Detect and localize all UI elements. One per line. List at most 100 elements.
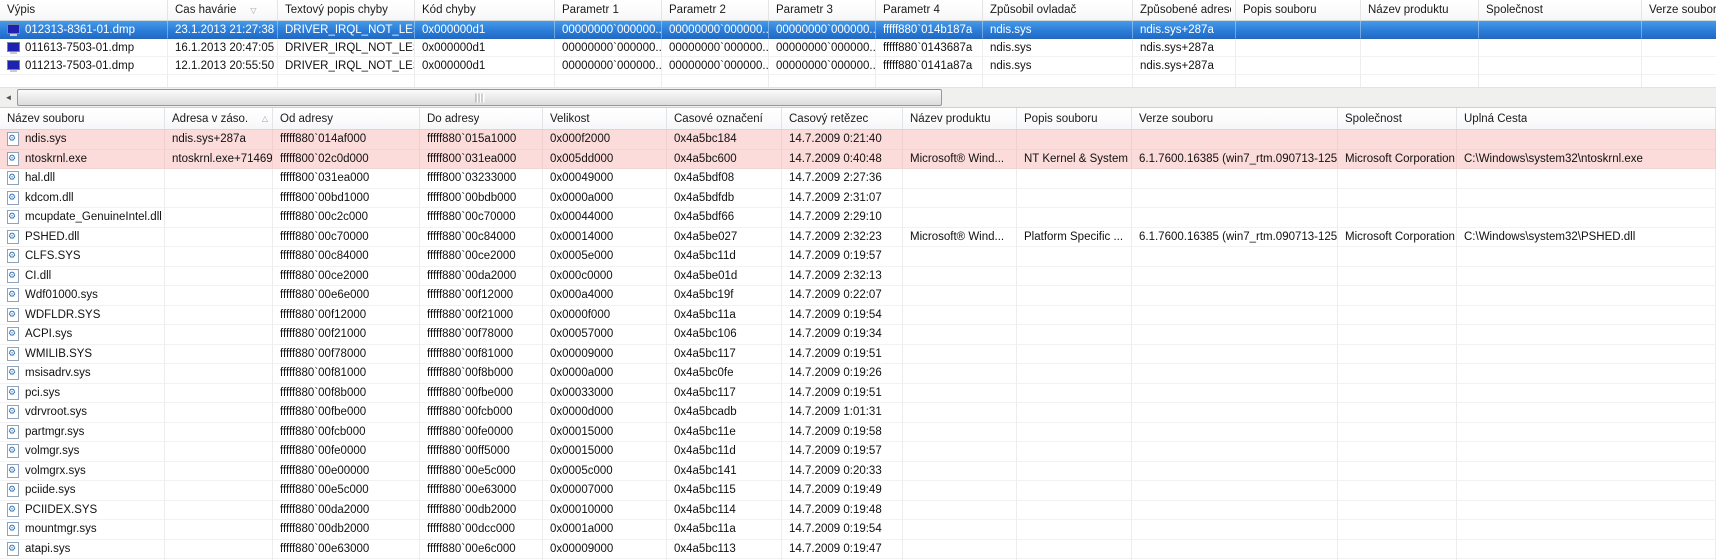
table-row[interactable]: ⚙volmgr.sysfffff880`00fe0000fffff880`00f… (0, 442, 1716, 462)
column-header-parametr-4[interactable]: Parametr 4 (876, 0, 983, 20)
cell-velikost: 0x0005e000 (543, 247, 667, 267)
table-row[interactable]: ⚙WDFLDR.SYSfffff880`00f12000fffff880`00f… (0, 306, 1716, 326)
table-row[interactable]: ⚙ndis.sysndis.sys+287afffff880`014af000f… (0, 130, 1716, 150)
table-row[interactable]: ⚙Wdf01000.sysfffff880`00e6e000fffff880`0… (0, 286, 1716, 306)
column-header-do-adresy[interactable]: Do adresy (420, 108, 543, 129)
column-header-spolecnost[interactable]: Společnost (1338, 108, 1457, 129)
cell-verze-souboru (1132, 520, 1338, 540)
table-row[interactable]: ⚙vdrvroot.sysfffff880`00fbe000fffff880`0… (0, 403, 1716, 423)
column-header-cas-havarie[interactable]: Čas havárie▽ (168, 0, 278, 20)
column-header-spolecnost[interactable]: Společnost (1479, 0, 1642, 20)
cell-popis-souboru (1017, 462, 1132, 482)
table-row[interactable]: ⚙mcupdate_GenuineIntel.dllfffff880`00c2c… (0, 208, 1716, 228)
cell-od-adresy: fffff880`00e00000 (273, 462, 420, 482)
table-row[interactable]: ⚙ntoskrnl.exentoskrnl.exe+71469fffff800`… (0, 150, 1716, 170)
cell-text: 0x00009000 (550, 543, 613, 555)
crash-dump-list-header: VýpisČas havárie▽Textový popis chyby Kód … (0, 0, 1716, 21)
table-row[interactable]: ⚙partmgr.sysfffff880`00fcb000fffff880`00… (0, 423, 1716, 443)
scroll-left-button[interactable]: ◄ (0, 88, 17, 107)
cell-uplna-cesta (1457, 306, 1716, 326)
table-row[interactable]: ⚙kdcom.dllfffff800`00bd1000fffff800`00bd… (0, 189, 1716, 209)
column-header-od-adresy[interactable]: Od adresy (273, 108, 420, 129)
column-header-popis-souboru[interactable]: Popis souboru (1017, 108, 1132, 129)
cell-nazev-souboru: ⚙kdcom.dll (0, 189, 165, 209)
cell-text: 16.1.2013 20:47:05 (175, 42, 274, 54)
cell-popis-souboru (1236, 57, 1361, 75)
cell-spolecnost (1338, 267, 1457, 287)
column-header-velikost[interactable]: Velikost (543, 108, 667, 129)
table-row[interactable]: 011213-7503-01.dmp12.1.2013 20:55:50DRIV… (0, 57, 1716, 75)
table-row[interactable]: ⚙WMILIB.SYSfffff880`00f78000fffff880`00f… (0, 345, 1716, 365)
cell-text: fffff880`00fe0000 (427, 426, 513, 438)
cell-verze-souboru (1132, 286, 1338, 306)
column-header-casovy-retezec[interactable]: Časový retězec (782, 108, 903, 129)
column-header-label: Kód chyby (422, 4, 476, 16)
cell-casovy-retezec: 14.7.2009 0:19:47 (782, 540, 903, 560)
column-header-uplna-cesta[interactable]: Úplná Cesta (1457, 108, 1716, 129)
table-row[interactable]: ⚙msisadrv.sysfffff880`00f81000fffff880`0… (0, 364, 1716, 384)
table-row[interactable]: ⚙PCIIDEX.SYSfffff880`00da2000fffff880`00… (0, 501, 1716, 521)
column-header-label: Velikost (550, 113, 590, 125)
column-header-zpusobil-ovladac[interactable]: Způsobil ovladač (983, 0, 1133, 20)
column-header-verze-souboru[interactable]: Verze souboru (1132, 108, 1338, 129)
table-row[interactable]: ⚙CI.dllfffff880`00ce2000fffff880`00da200… (0, 267, 1716, 287)
driver-file-icon: ⚙ (7, 483, 19, 497)
cell-text: 0x4a5bc11e (674, 426, 736, 438)
column-header-vypis[interactable]: Výpis (0, 0, 168, 20)
cell-nazev-souboru: ⚙mountmgr.sys (0, 520, 165, 540)
cell-text: fffff880`00f78000 (427, 328, 513, 340)
column-header-zpusobene-adresou[interactable]: Způsobené adresou (1133, 0, 1236, 20)
cell-spolecnost (1338, 345, 1457, 365)
column-header-textovy-popis-chyby[interactable]: Textový popis chyby (278, 0, 415, 20)
cell-text: fffff880`00f8b000 (427, 367, 513, 379)
table-row[interactable]: ⚙atapi.sysfffff880`00e63000fffff880`00e6… (0, 540, 1716, 560)
cell-text: 0x4a5bcadb (674, 406, 737, 418)
column-header-adresa-v-zasobniku[interactable]: Adresa v záso...△ (165, 108, 273, 129)
table-row[interactable]: ⚙hal.dllfffff800`031ea000fffff800`032330… (0, 169, 1716, 189)
cell-velikost: 0x0000a000 (543, 364, 667, 384)
cell-casove-oznaceni: 0x4a5bc113 (667, 540, 782, 560)
table-row[interactable]: 012313-8361-01.dmp23.1.2013 21:27:38DRIV… (0, 21, 1716, 39)
cell-uplna-cesta (1457, 325, 1716, 345)
column-header-nazev-souboru[interactable]: Název souboru (0, 108, 165, 129)
h-scrollbar[interactable]: ◄ (0, 87, 1716, 107)
cell-spolecnost (1338, 364, 1457, 384)
table-row[interactable]: ⚙mountmgr.sysfffff880`00db2000fffff880`0… (0, 520, 1716, 540)
table-row[interactable]: ⚙PSHED.dllfffff880`00c70000fffff880`00c8… (0, 228, 1716, 248)
table-row[interactable]: 011613-7503-01.dmp16.1.2013 20:47:05DRIV… (0, 39, 1716, 57)
cell-casove-oznaceni: 0x4a5bc19f (667, 286, 782, 306)
table-row[interactable]: ⚙ACPI.sysfffff880`00f21000fffff880`00f78… (0, 325, 1716, 345)
cell-text: 00000000`000000... (669, 42, 769, 54)
table-row[interactable]: ⚙volmgrx.sysfffff880`00e00000fffff880`00… (0, 462, 1716, 482)
cell-casove-oznaceni: 0x4a5bc106 (667, 325, 782, 345)
cell-adresa-v-zasobniku (165, 169, 273, 189)
column-header-casove-oznaceni[interactable]: Časové označení (667, 108, 782, 129)
column-header-label: Parametr 1 (562, 4, 619, 16)
cell-text: fffff880`00f21000 (280, 328, 366, 340)
cell-casove-oznaceni: 0x4a5bc0fe (667, 364, 782, 384)
table-row[interactable]: ⚙CLFS.SYSfffff880`00c84000fffff880`00ce2… (0, 247, 1716, 267)
column-header-nazev-produktu[interactable]: Název produktu (1361, 0, 1479, 20)
cell-text: 0x000000d1 (422, 60, 485, 72)
column-header-label: Název produktu (1368, 4, 1449, 16)
column-header-kod-chyby[interactable]: Kód chyby (415, 0, 555, 20)
scrollbar-thumb[interactable] (17, 89, 942, 106)
cell-text: fffff880`00fe0000 (280, 445, 366, 457)
driver-file-icon: ⚙ (7, 464, 19, 478)
table-row[interactable]: ⚙pci.sysfffff880`00f8b000fffff880`00fbe0… (0, 384, 1716, 404)
table-row[interactable]: ⚙pciide.sysfffff880`00e5c000fffff880`00e… (0, 481, 1716, 501)
column-header-verze-souboru[interactable]: Verze souboru (1642, 0, 1716, 20)
cell-uplna-cesta (1457, 208, 1716, 228)
column-header-parametr-3[interactable]: Parametr 3 (769, 0, 876, 20)
cell-nazev-souboru: ⚙ntoskrnl.exe (0, 150, 165, 170)
column-header-parametr-1[interactable]: Parametr 1 (555, 0, 662, 20)
cell-text: 0x0005c000 (550, 465, 613, 477)
column-header-parametr-2[interactable]: Parametr 2 (662, 0, 769, 20)
column-header-nazev-produktu[interactable]: Název produktu (903, 108, 1017, 129)
cell-uplna-cesta (1457, 247, 1716, 267)
column-header-label: Adresa v záso... (172, 113, 248, 125)
cell-adresa-v-zasobniku (165, 306, 273, 326)
cell-od-adresy: fffff800`02c0d000 (273, 150, 420, 170)
cell-verze-souboru (1132, 364, 1338, 384)
column-header-popis-souboru[interactable]: Popis souboru (1236, 0, 1361, 20)
